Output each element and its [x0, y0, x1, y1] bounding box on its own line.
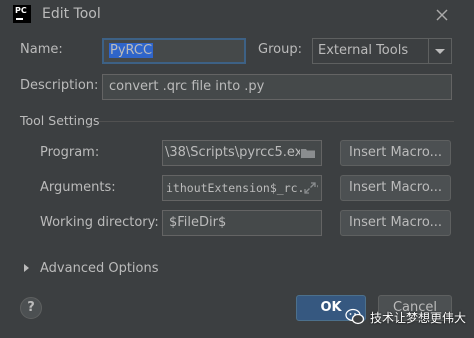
watermark-text: 技术让梦想更伟大 [370, 310, 467, 325]
expand-field-icon[interactable] [303, 181, 317, 195]
program-label: Program: [40, 145, 100, 160]
group-value: External Tools [318, 43, 409, 58]
working-directory-input[interactable]: $FileDir$ [162, 210, 322, 236]
folder-icon[interactable] [300, 146, 316, 160]
watermark: 技术让梦想更伟大 [345, 304, 466, 330]
description-value: convert .qrc file into .py [109, 79, 265, 94]
name-input[interactable]: PyRCC [102, 38, 246, 64]
group-label: Group: [258, 42, 302, 57]
arguments-label: Arguments: [40, 180, 116, 195]
app-icon-text: PC [15, 6, 27, 15]
help-icon[interactable]: ? [20, 297, 42, 319]
description-label: Description: [20, 78, 99, 93]
close-icon[interactable] [432, 5, 452, 25]
arguments-value: ithoutExtension$_rc.py [166, 181, 319, 195]
working-directory-label: Working directory: [40, 215, 159, 230]
insert-macro-working-dir-button[interactable]: Insert Macro... [340, 210, 451, 236]
section-divider [98, 121, 454, 122]
arguments-input[interactable]: ithoutExtension$_rc.py [162, 175, 322, 201]
chevron-down-icon[interactable] [428, 39, 451, 63]
description-input[interactable]: convert .qrc file into .py [102, 74, 452, 100]
insert-macro-arguments-button[interactable]: Insert Macro... [340, 175, 451, 201]
name-label: Name: [20, 42, 63, 57]
insert-macro-program-button[interactable]: Insert Macro... [340, 140, 451, 166]
working-directory-value: $FileDir$ [169, 215, 227, 230]
title-bar: PC Edit Tool [0, 0, 474, 30]
program-input[interactable]: \38\Scripts\pyrcc5.exe [162, 140, 322, 166]
program-value: \38\Scripts\pyrcc5.exe [165, 145, 310, 160]
pycharm-app-icon: PC [13, 5, 31, 23]
tool-settings-heading: Tool Settings [20, 113, 100, 128]
disclosure-triangle-icon[interactable] [24, 264, 29, 272]
wechat-logo-icon [345, 308, 365, 325]
edit-tool-dialog: PC Edit Tool Name: PyRCC Group: External… [0, 0, 474, 338]
window-title: Edit Tool [42, 6, 101, 22]
advanced-options-toggle[interactable]: Advanced Options [40, 261, 159, 276]
group-dropdown[interactable]: External Tools [312, 38, 452, 64]
name-value: PyRCC [109, 43, 154, 58]
